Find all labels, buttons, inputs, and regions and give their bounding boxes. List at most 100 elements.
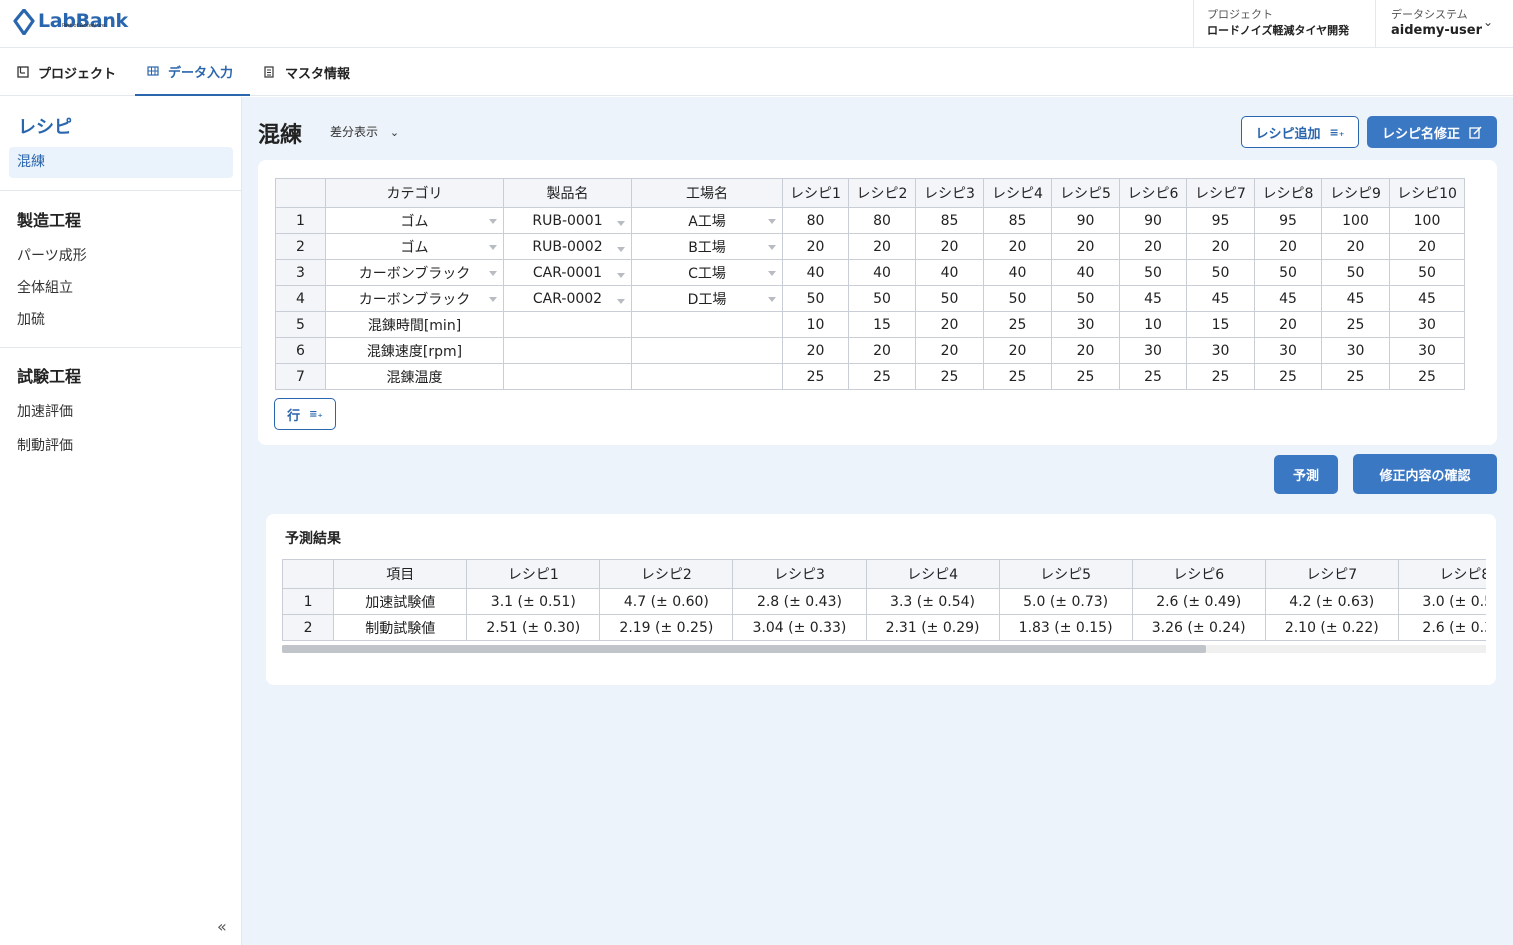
- recipe-value-cell[interactable]: 50: [1254, 259, 1322, 286]
- recipe-value-cell[interactable]: 20: [1186, 233, 1255, 260]
- recipe-value-cell[interactable]: 30: [1389, 337, 1465, 364]
- category-cell[interactable]: 混錬時間[min]: [325, 311, 504, 338]
- sidebar-item-acceleration[interactable]: 加速評価: [17, 401, 73, 421]
- tab-data-input[interactable]: データ入力: [135, 48, 250, 96]
- category-cell[interactable]: カーボンブラック: [325, 285, 504, 312]
- recipe-value-cell[interactable]: 85: [983, 207, 1052, 234]
- recipe-value-cell[interactable]: 100: [1389, 207, 1465, 234]
- recipe-value-cell[interactable]: 80: [782, 207, 849, 234]
- recipe-value-cell[interactable]: 50: [1389, 259, 1465, 286]
- recipe-value-cell[interactable]: 25: [1186, 363, 1255, 390]
- category-cell[interactable]: ゴム: [325, 233, 504, 260]
- recipe-value-cell[interactable]: 20: [1389, 233, 1465, 260]
- recipe-value-cell[interactable]: 90: [1051, 207, 1120, 234]
- recipe-value-cell[interactable]: 25: [983, 311, 1052, 338]
- category-cell[interactable]: カーボンブラック: [325, 259, 504, 286]
- recipe-value-cell[interactable]: 20: [915, 233, 984, 260]
- column-header[interactable]: 製品名: [503, 178, 632, 208]
- scrollbar-thumb[interactable]: [282, 645, 1206, 653]
- column-header[interactable]: レシピ8: [1254, 178, 1322, 208]
- recipe-value-cell[interactable]: 30: [1051, 311, 1120, 338]
- product-cell[interactable]: RUB-0002: [503, 233, 632, 260]
- column-header[interactable]: レシピ4: [983, 178, 1052, 208]
- dropdown-caret-icon[interactable]: [489, 218, 497, 224]
- tab-master[interactable]: マスタ情報: [263, 48, 350, 96]
- recipe-value-cell[interactable]: 20: [782, 337, 849, 364]
- recipe-value-cell[interactable]: 25: [915, 363, 984, 390]
- column-header[interactable]: レシピ9: [1321, 178, 1390, 208]
- tab-project[interactable]: プロジェクト: [17, 48, 116, 96]
- recipe-value-cell[interactable]: 40: [915, 259, 984, 286]
- recipe-value-cell[interactable]: 50: [1186, 259, 1255, 286]
- dropdown-caret-icon[interactable]: [617, 220, 625, 226]
- recipe-value-cell[interactable]: 20: [915, 337, 984, 364]
- recipe-value-cell[interactable]: 30: [1186, 337, 1255, 364]
- dropdown-caret-icon[interactable]: [768, 218, 776, 224]
- recipe-value-cell[interactable]: 40: [1051, 259, 1120, 286]
- recipe-value-cell[interactable]: 10: [1119, 311, 1187, 338]
- recipe-value-cell[interactable]: 90: [1119, 207, 1187, 234]
- category-cell[interactable]: 混錬速度[rpm]: [325, 337, 504, 364]
- recipe-value-cell[interactable]: 20: [1321, 233, 1390, 260]
- recipe-value-cell[interactable]: 25: [983, 363, 1052, 390]
- recipe-value-cell[interactable]: 20: [1254, 233, 1322, 260]
- recipe-value-cell[interactable]: 95: [1186, 207, 1255, 234]
- factory-cell[interactable]: B工場: [631, 233, 783, 260]
- recipe-value-cell[interactable]: 25: [1254, 363, 1322, 390]
- recipe-value-cell[interactable]: 20: [983, 233, 1052, 260]
- factory-cell[interactable]: C工場: [631, 259, 783, 286]
- recipe-value-cell[interactable]: 25: [1389, 363, 1465, 390]
- recipe-value-cell[interactable]: 50: [915, 285, 984, 312]
- column-header[interactable]: レシピ2: [848, 178, 916, 208]
- recipe-value-cell[interactable]: 45: [1321, 285, 1390, 312]
- column-header[interactable]: カテゴリ: [325, 178, 504, 208]
- collapse-sidebar-icon[interactable]: «: [217, 917, 227, 936]
- product-cell[interactable]: CAR-0002: [503, 285, 632, 312]
- sidebar-item-kneading[interactable]: 混練: [9, 147, 233, 178]
- factory-cell[interactable]: [631, 337, 783, 364]
- category-cell[interactable]: ゴム: [325, 207, 504, 234]
- column-header[interactable]: レシピ3: [915, 178, 984, 208]
- recipe-value-cell[interactable]: 20: [1051, 233, 1120, 260]
- dropdown-caret-icon[interactable]: [768, 244, 776, 250]
- recipe-value-cell[interactable]: 15: [1186, 311, 1255, 338]
- recipe-value-cell[interactable]: 50: [1119, 259, 1187, 286]
- dropdown-caret-icon[interactable]: [617, 246, 625, 252]
- recipe-value-cell[interactable]: 20: [1119, 233, 1187, 260]
- factory-cell[interactable]: [631, 363, 783, 390]
- recipe-value-cell[interactable]: 30: [1321, 337, 1390, 364]
- recipe-value-cell[interactable]: 50: [1321, 259, 1390, 286]
- product-cell[interactable]: [503, 311, 632, 338]
- recipe-value-cell[interactable]: 25: [848, 363, 916, 390]
- recipe-value-cell[interactable]: 30: [1389, 311, 1465, 338]
- add-row-button[interactable]: 行 ≡₊: [274, 398, 336, 430]
- results-scroll-area[interactable]: 項目 レシピ1 レシピ2 レシピ3 レシピ4 レシピ5 レシピ6 レシピ7 レシピ8 1 加速試験値…: [282, 559, 1486, 652]
- recipe-value-cell[interactable]: 80: [848, 207, 916, 234]
- recipe-value-cell[interactable]: 20: [782, 233, 849, 260]
- column-header[interactable]: レシピ7: [1186, 178, 1255, 208]
- sidebar-item-parts-molding[interactable]: パーツ成形: [17, 245, 87, 265]
- dropdown-caret-icon[interactable]: [617, 298, 625, 304]
- recipe-value-cell[interactable]: 100: [1321, 207, 1390, 234]
- diff-display-select[interactable]: 差分表示 ⌄: [330, 123, 399, 140]
- sidebar-item-assembly[interactable]: 全体組立: [17, 277, 73, 297]
- recipe-value-cell[interactable]: 45: [1186, 285, 1255, 312]
- factory-cell[interactable]: A工場: [631, 207, 783, 234]
- recipe-value-cell[interactable]: 95: [1254, 207, 1322, 234]
- recipe-value-cell[interactable]: 25: [1051, 363, 1120, 390]
- recipe-value-cell[interactable]: 50: [983, 285, 1052, 312]
- recipe-value-cell[interactable]: 15: [848, 311, 916, 338]
- dropdown-caret-icon[interactable]: [489, 270, 497, 276]
- product-cell[interactable]: RUB-0001: [503, 207, 632, 234]
- dropdown-caret-icon[interactable]: [489, 296, 497, 302]
- recipe-value-cell[interactable]: 20: [1051, 337, 1120, 364]
- recipe-value-cell[interactable]: 40: [983, 259, 1052, 286]
- recipe-value-cell[interactable]: 50: [782, 285, 849, 312]
- recipe-value-cell[interactable]: 45: [1119, 285, 1187, 312]
- column-header[interactable]: レシピ5: [1051, 178, 1120, 208]
- confirm-changes-button[interactable]: 修正内容の確認: [1353, 454, 1497, 494]
- product-cell[interactable]: [503, 337, 632, 364]
- dropdown-caret-icon[interactable]: [768, 270, 776, 276]
- recipe-value-cell[interactable]: 40: [848, 259, 916, 286]
- column-header[interactable]: 工場名: [631, 178, 783, 208]
